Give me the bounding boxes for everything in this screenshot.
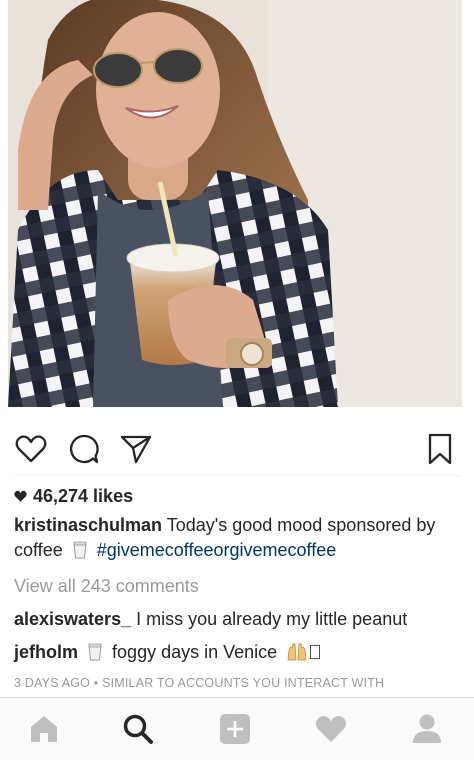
timestamp-separator: • xyxy=(93,676,99,690)
search-icon xyxy=(123,714,153,744)
comment-username[interactable]: jefholm xyxy=(14,642,78,662)
comment-bubble-icon xyxy=(69,434,99,464)
heart-filled-icon xyxy=(14,490,27,502)
post-photo[interactable] xyxy=(8,0,462,407)
like-button[interactable] xyxy=(14,432,48,466)
timestamp-text: 3 DAYS AGO xyxy=(14,676,91,690)
nav-profile[interactable] xyxy=(410,712,444,746)
caption-hashtag[interactable]: #givemecoffeeorgivemecoffee xyxy=(97,540,336,560)
raised-hands-icon xyxy=(287,643,307,661)
nav-search[interactable] xyxy=(121,712,155,746)
comment-button[interactable] xyxy=(67,432,101,466)
heart-icon xyxy=(316,715,346,742)
likes-row[interactable]: 46,274 likes xyxy=(14,484,460,509)
comment-text: I miss you already my little peanut xyxy=(136,609,408,629)
paper-plane-icon xyxy=(120,435,152,464)
comment-item: alexiswaters_ I miss you already my litt… xyxy=(14,607,460,632)
nav-add[interactable] xyxy=(218,712,252,746)
photo-illustration xyxy=(8,0,462,407)
coffee-cup-icon xyxy=(73,541,87,559)
likes-count: 46,274 likes xyxy=(33,486,134,506)
nav-home[interactable] xyxy=(27,712,61,746)
post-meta: 46,274 likes kristinaschulman Today's go… xyxy=(14,484,460,696)
comment-item: jefholm foggy days in Venice xyxy=(14,640,460,665)
heart-outline-icon xyxy=(15,435,47,463)
bottom-nav xyxy=(0,697,474,760)
comment-username[interactable]: alexiswaters_ xyxy=(14,609,131,629)
comment-text: foggy days in Venice xyxy=(112,642,278,662)
plus-square-icon xyxy=(220,714,250,744)
share-button[interactable] xyxy=(119,432,153,466)
similar-accounts-text: SIMILAR TO ACCOUNTS YOU INTERACT WITH xyxy=(102,676,385,690)
coffee-cup-icon xyxy=(88,643,102,661)
save-button[interactable] xyxy=(423,432,457,466)
view-all-comments-link[interactable]: View all 243 comments xyxy=(14,574,460,599)
post-caption: kristinaschulman Today's good mood spons… xyxy=(14,513,460,563)
home-icon xyxy=(31,716,57,742)
nav-activity[interactable] xyxy=(314,712,348,746)
caption-username[interactable]: kristinaschulman xyxy=(14,515,162,535)
bookmark-icon xyxy=(428,433,452,465)
post-timestamp: 3 DAYS AGO • SIMILAR TO ACCOUNTS YOU INT… xyxy=(14,671,460,696)
unrendered-glyph-icon xyxy=(310,645,321,659)
action-divider xyxy=(14,475,460,476)
post-action-bar xyxy=(0,426,474,470)
person-icon xyxy=(413,714,441,743)
